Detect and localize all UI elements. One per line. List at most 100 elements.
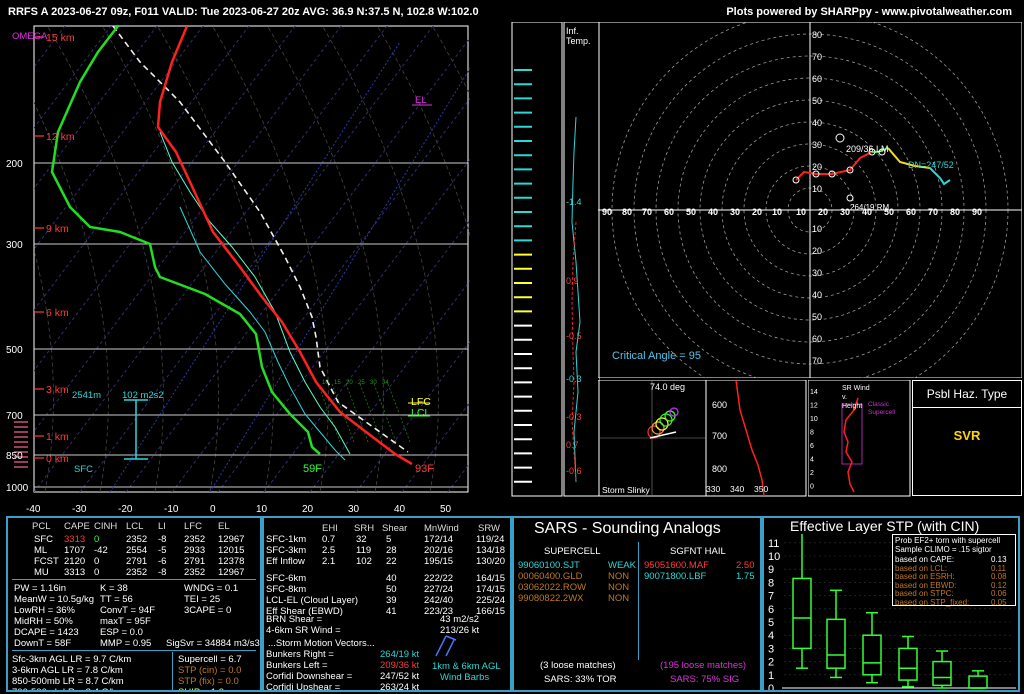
inf-title: Inf. Temp. — [566, 26, 591, 46]
lapse-rate: 3-6km AGL LR = 7.8 C/km — [12, 665, 123, 676]
thermo-cell: 2791 — [126, 556, 148, 567]
slinky-deg: 74.0 deg — [650, 382, 685, 392]
kin-header: SRH — [354, 523, 375, 534]
isotherm-line — [447, 462, 470, 492]
km-label: 3 km — [46, 384, 69, 396]
isotherm-line — [34, 26, 388, 492]
sars-supercell-title: SUPERCELL — [544, 546, 601, 557]
thermo-param: ESP = 0.0 — [100, 627, 143, 638]
thermo-cell: 12967 — [218, 534, 245, 545]
thermo-cell: 12015 — [218, 545, 245, 556]
kin-cell: 130/20 — [476, 556, 506, 567]
kin-cell: 50 — [386, 584, 397, 595]
kin-cell: 195/15 — [424, 556, 454, 567]
thermo-header: CINH — [94, 521, 118, 532]
hodo-xlabel: 80 — [622, 207, 632, 217]
sars-sup-date: 99060100.SJT — [518, 560, 580, 571]
thermo-param: ConvT = 94F — [100, 605, 156, 616]
thermo-header: LCL — [126, 521, 144, 532]
thermo-cell: 0 — [94, 534, 100, 545]
hodo-ylabel: 30 — [812, 268, 822, 278]
wetbulb-line — [179, 206, 346, 461]
inf-temp-value: 0.7 — [566, 440, 579, 450]
hodo-ylabel: 50 — [812, 96, 822, 106]
kin-cell: 41 — [386, 606, 397, 617]
supercell-index: SHIP = 1.2 — [178, 687, 224, 690]
kin-cell: SFC-3km — [266, 545, 307, 556]
x-tick-label: 0 — [210, 504, 216, 514]
kin-cell: 119 — [356, 545, 372, 556]
sars-title: SARS - Sounding Analogs — [534, 520, 721, 537]
hodo-ylabel: 40 — [812, 118, 822, 128]
brn-label: BRN Shear = — [266, 614, 323, 625]
slinky-title: Storm Slinky — [602, 485, 650, 495]
thermo-panel: PCL CAPE CINH LCL LI LFC EL SFC 3313 0 2352 -8 2352 1… — [6, 516, 262, 692]
pressure-label: 500 — [6, 345, 23, 356]
thermo-cell: 1707 — [64, 545, 86, 556]
pressure-label: 200 — [6, 159, 23, 170]
pressure-label: 1000 — [6, 483, 29, 494]
barb-6km — [445, 639, 455, 657]
thermo-cell: 12967 — [218, 567, 245, 578]
kin-cell: LCL-EL (Cloud Layer) — [266, 595, 359, 606]
hodo-xlabel: 10 — [772, 207, 782, 217]
divider — [12, 579, 256, 580]
kin-header: Shear — [382, 523, 408, 534]
pressure-label: 300 — [6, 240, 23, 251]
sr-wind-plot: 14 12 10 8 6 4 2 0 SR Wind v. Height ClassicSuperce… — [808, 380, 911, 497]
theta-p-label: 600 — [712, 400, 727, 410]
mixing-ratio-label: 15 — [334, 380, 341, 386]
stp-prob-title: Prob EF2+ torn with supercell — [895, 536, 1001, 545]
kin-cell: 222/22 — [424, 573, 454, 584]
hazard-box: Psbl Haz. Type SVR — [912, 380, 1022, 496]
kin-cell: 119/24 — [476, 534, 505, 545]
kin-cell: 2.1 — [322, 556, 336, 567]
thermo-cell: 2933 — [184, 545, 206, 556]
stp-info-box: Prob EF2+ torn with supercell Sample CLIM… — [892, 534, 1016, 607]
hodo-ylabel: 70 — [812, 356, 822, 366]
hodo-xlabel: 20 — [818, 207, 828, 217]
srw-title: SR Wind — [842, 385, 870, 392]
stp-box — [898, 647, 918, 681]
stp-y-label: 11 — [768, 538, 779, 550]
kin-cell: 5 — [386, 534, 392, 545]
theta-x-label: 350 — [754, 484, 768, 494]
hodo-ylabel: 10 — [812, 224, 822, 234]
srw-y-label: 12 — [810, 403, 818, 410]
srw-title: Height — [842, 403, 862, 410]
barb-1km — [435, 635, 447, 657]
inf-temp-value: -1.4 — [566, 197, 582, 207]
sars-hail-size: 1.75 — [736, 571, 755, 582]
dry-adiabat — [101, 26, 219, 492]
lapse-rate: Sfc-3km AGL LR = 9.7 C/km — [12, 654, 132, 665]
thermo-cell: 3313 — [64, 534, 86, 545]
lm-marker — [835, 133, 845, 143]
isotherm-line — [34, 26, 204, 250]
x-tick-label: 50 — [440, 504, 452, 514]
sars-hail-title: SGFNT HAIL — [670, 546, 726, 557]
hodo-xlabel: 70 — [928, 207, 938, 217]
srw-y-label: 14 — [810, 389, 818, 396]
thermo-param: PW = 1.16in — [14, 583, 67, 594]
stp-box — [792, 577, 812, 650]
thermo-cell: 2120 — [64, 556, 86, 567]
inf-temp-value: -0.6 — [566, 466, 582, 476]
kin-cell: 28 — [386, 545, 397, 556]
sfc-dewpoint: 59F — [303, 463, 322, 475]
thermo-param: DownT = 58F — [14, 638, 72, 649]
km-label: 9 km — [46, 223, 69, 235]
stp-y-label: 7 — [768, 591, 774, 603]
inf-temp-value: -0.5 — [566, 331, 582, 341]
dry-adiabat — [156, 26, 274, 492]
hodo-ylabel: 70 — [812, 52, 822, 62]
dry-adiabat — [321, 26, 439, 492]
thermo-param: WNDG = 0.1 — [184, 583, 239, 594]
kin-cell: 32 — [356, 534, 367, 545]
theta-e-line — [735, 380, 765, 497]
hodo-xlabel: 90 — [602, 207, 612, 217]
km-label: 0 km — [46, 453, 69, 465]
srw-line — [843, 397, 859, 493]
kin-cell: 0.7 — [322, 534, 336, 545]
storm-label: Corfidi Downshear = — [266, 671, 353, 682]
divider — [172, 652, 173, 690]
